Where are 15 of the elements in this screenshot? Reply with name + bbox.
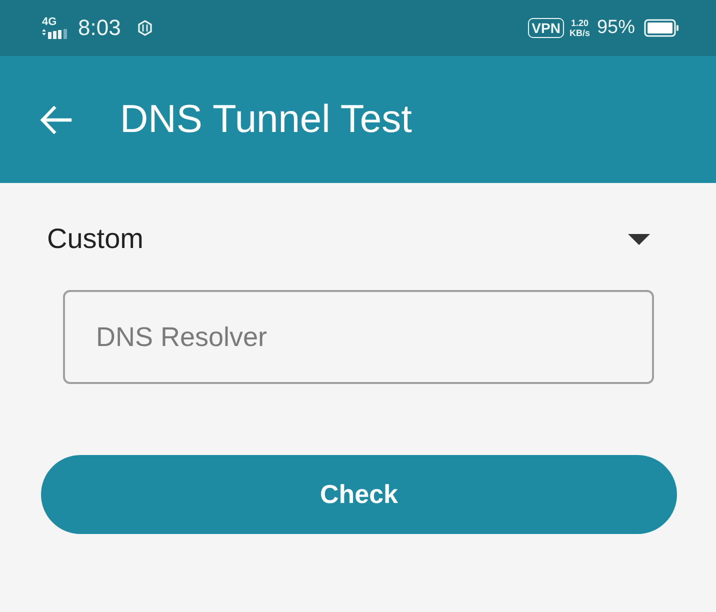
- vpn-badge: VPN: [528, 18, 564, 38]
- dns-resolver-field[interactable]: DNS Resolver: [63, 290, 654, 384]
- caret-icon: [628, 234, 650, 244]
- check-button[interactable]: Check: [41, 455, 677, 534]
- network-type: 4G: [42, 17, 57, 28]
- hexagon-icon: [136, 20, 153, 36]
- back-arrow-icon[interactable]: [40, 106, 72, 134]
- signal-bars-icon: [42, 29, 68, 39]
- battery-icon: [644, 19, 679, 37]
- screen-title: DNS Tunnel Test: [120, 98, 412, 142]
- resolver-type-dropdown[interactable]: Custom: [47, 219, 650, 259]
- speed-unit: KB/s: [569, 28, 590, 38]
- speed-value: 1.20: [570, 18, 588, 28]
- clock-time: 8:03: [78, 15, 121, 41]
- battery-percent: 95%: [596, 17, 635, 39]
